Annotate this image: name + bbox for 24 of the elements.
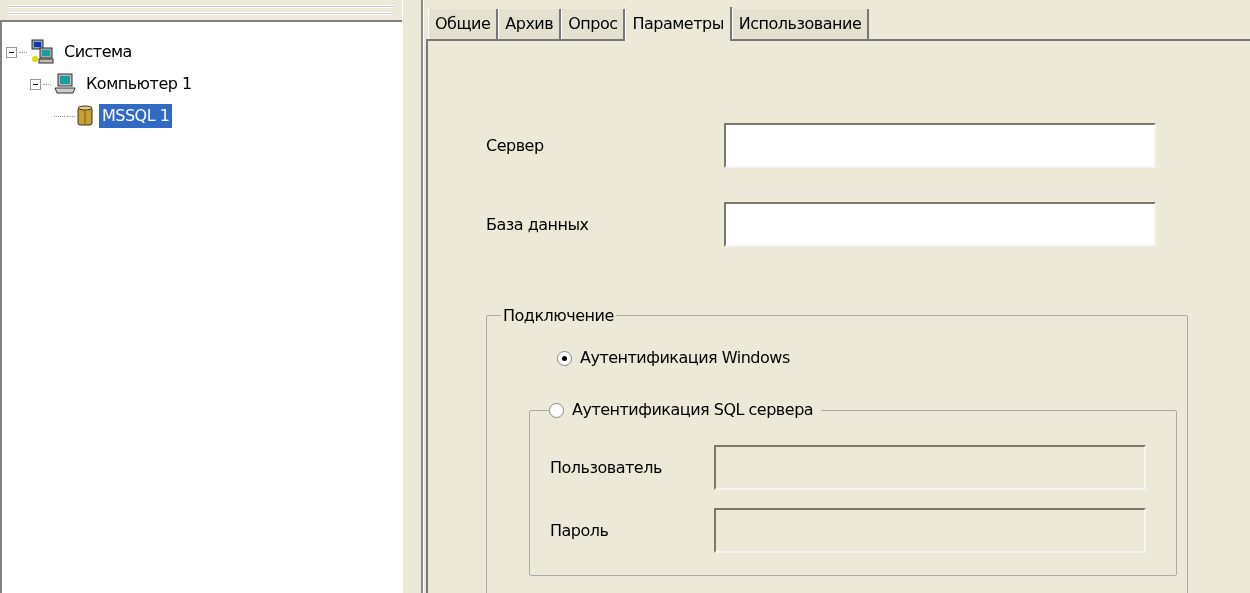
text-field[interactable] [724,202,1156,247]
tab[interactable]: Использование [731,9,870,39]
text-field[interactable] [724,123,1156,168]
radio-button[interactable] [557,350,572,366]
expander-toggle[interactable] [30,78,41,90]
tab[interactable]: Опрос [561,9,626,39]
field-label: Сервер [486,134,545,157]
tree-item[interactable]: MSSQL 1 [99,104,173,128]
splitter[interactable] [402,0,424,593]
network-computers-icon [29,39,55,65]
tab[interactable]: Общие [428,9,499,39]
field-label: Пароль [550,519,610,542]
field-label: Пользователь [550,456,663,479]
tree-item[interactable]: Компьютер 1 [83,72,195,96]
computer-icon [53,73,77,95]
radio-button[interactable] [549,402,564,418]
database-icon [77,105,93,127]
tab[interactable]: Параметры [625,7,732,41]
tab[interactable]: Архив [498,9,562,39]
expander-toggle[interactable] [6,46,17,58]
tree-item[interactable]: Система [61,40,135,64]
field-label: База данных [486,213,590,236]
radio-label: Аутентификация SQL сервера [572,399,814,421]
radio-label: Аутентификация Windows [580,347,790,369]
